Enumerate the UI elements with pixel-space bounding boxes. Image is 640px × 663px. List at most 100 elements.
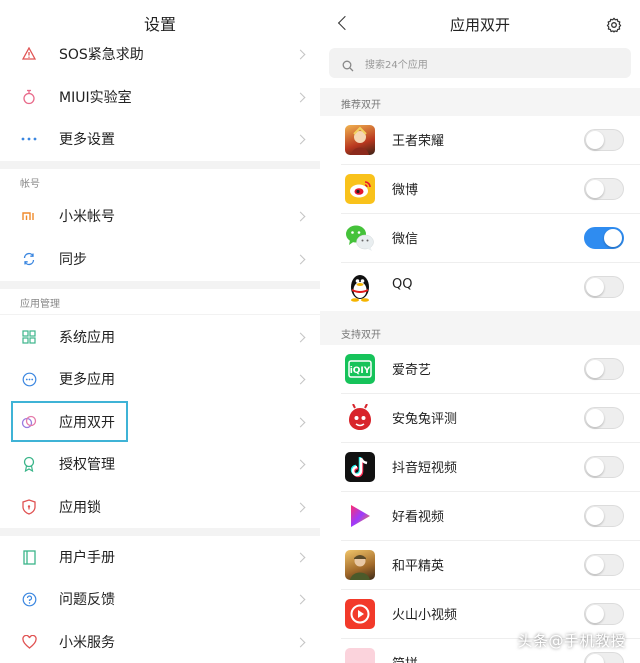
app-label: 微博 — [392, 183, 419, 198]
wechat-icon — [345, 223, 375, 253]
qq-penguin-icon — [345, 272, 375, 302]
toggle-knob — [604, 229, 622, 247]
dual-toggle-switch[interactable] — [584, 407, 624, 429]
section-header: 推荐双开 — [320, 88, 640, 116]
sync-icon — [20, 250, 38, 268]
chevron-right-icon — [295, 502, 306, 512]
settings-item-mi-account[interactable]: 小米帐号 — [0, 195, 320, 237]
app-row-wechat: 微信 — [320, 214, 640, 262]
toggle-knob — [586, 278, 604, 296]
toggle-knob — [586, 458, 604, 476]
dual-toggle-switch[interactable] — [584, 505, 624, 527]
chevron-right-icon — [295, 332, 306, 342]
search-placeholder: 搜索24个应用 — [365, 60, 428, 71]
settings-item-permissions[interactable]: 授权管理 — [0, 443, 320, 485]
watermark-text: 头条@手机教授 — [517, 632, 626, 650]
app-label: 火山小视频 — [392, 608, 458, 623]
toggle-knob — [586, 360, 604, 378]
settings-item-label: SOS紧急求助 — [59, 47, 144, 63]
app-label: 王者荣耀 — [392, 134, 445, 149]
chevron-right-icon — [295, 594, 306, 604]
chevron-right-icon — [295, 211, 306, 221]
settings-item-label: 小米帐号 — [59, 209, 115, 225]
settings-item-system-apps[interactable]: 系统应用 — [0, 316, 320, 358]
settings-item-label: 应用锁 — [59, 500, 101, 516]
app-label: 安兔兔评测 — [392, 412, 458, 427]
iqiyi-icon: iQIY — [345, 354, 375, 384]
section-separator — [0, 161, 320, 169]
peace-elite-icon — [345, 550, 375, 580]
settings-item-label: 更多应用 — [59, 372, 115, 388]
divider — [0, 314, 320, 315]
section-separator — [0, 528, 320, 536]
dual-toggle-switch[interactable] — [584, 358, 624, 380]
dual-toggle-switch[interactable] — [584, 129, 624, 151]
app-label: 微信 — [392, 232, 419, 247]
dual-toggle-switch[interactable] — [584, 554, 624, 576]
douyin-icon — [345, 452, 375, 482]
settings-item-label: MIUI实验室 — [59, 90, 132, 106]
shield-lock-icon — [20, 498, 38, 516]
settings-item-label: 问题反馈 — [59, 592, 115, 608]
dual-toggle-switch[interactable] — [584, 603, 624, 625]
app-row-antutu: 安兔兔评测 — [320, 394, 640, 442]
antutu-icon — [345, 403, 375, 433]
mi-logo-icon — [20, 207, 38, 225]
dual-toggle-switch[interactable] — [584, 652, 624, 663]
chevron-right-icon — [295, 92, 306, 102]
jianpin-icon — [345, 648, 375, 663]
settings-item-mi-services[interactable]: 小米服务 — [0, 621, 320, 663]
app-row-peace-elite: 和平精英 — [320, 541, 640, 589]
settings-item-more-apps[interactable]: 更多应用 — [0, 358, 320, 400]
settings-item-miui-lab[interactable]: MIUI实验室 — [0, 76, 320, 118]
settings-item-label: 授权管理 — [59, 457, 115, 473]
heart-icon — [20, 633, 38, 651]
app-row-qq: QQ — [320, 263, 640, 311]
settings-item-label: 用户手册 — [59, 550, 115, 566]
settings-pane: 设置 SOS紧急求助 MIUI实验室 更多设置 帐号 小米帐号 同步 应用管理 … — [0, 0, 320, 663]
chevron-right-icon — [295, 459, 306, 469]
app-label: QQ — [392, 277, 413, 292]
settings-item-sync[interactable]: 同步 — [0, 238, 320, 280]
huoshan-icon — [345, 599, 375, 629]
toggle-knob — [586, 180, 604, 198]
settings-item-sos[interactable]: SOS紧急求助 — [0, 33, 320, 75]
app-row-honor-of-kings: 王者荣耀 — [320, 116, 640, 164]
page-title: 应用双开 — [449, 16, 510, 34]
dual-toggle-switch[interactable] — [584, 456, 624, 478]
section-caption-recommended: 推荐双开 — [341, 100, 381, 111]
dual-toggle-switch[interactable] — [584, 276, 624, 298]
dual-toggle-switch[interactable] — [584, 178, 624, 200]
settings-item-app-lock[interactable]: 应用锁 — [0, 486, 320, 528]
settings-item-label: 小米服务 — [59, 635, 115, 651]
toggle-knob — [586, 507, 604, 525]
app-label: 抖音短视频 — [392, 461, 458, 476]
more-circle-icon — [20, 370, 38, 388]
haokan-icon — [345, 501, 375, 531]
app-row-haokan: 好看视频 — [320, 492, 640, 540]
settings-item-label: 同步 — [59, 252, 87, 268]
app-row-iqiyi: iQIY 爱奇艺 — [320, 345, 640, 393]
weibo-icon — [345, 174, 375, 204]
search-input[interactable]: 搜索24个应用 — [329, 48, 631, 78]
chevron-right-icon — [295, 552, 306, 562]
toggle-knob — [586, 131, 604, 149]
gear-icon[interactable] — [606, 17, 622, 33]
settings-item-more-settings[interactable]: 更多设置 — [0, 118, 320, 160]
chevron-right-icon — [295, 417, 306, 427]
section-caption-apps: 应用管理 — [20, 299, 60, 310]
settings-item-label: 更多设置 — [59, 132, 115, 148]
settings-item-user-manual[interactable]: 用户手册 — [0, 536, 320, 578]
settings-item-feedback[interactable]: 问题反馈 — [0, 578, 320, 620]
flask-icon — [20, 88, 38, 106]
section-header: 支持双开 — [320, 311, 640, 345]
toggle-knob — [586, 556, 604, 574]
svg-text:iQIY: iQIY — [350, 366, 371, 376]
section-separator — [0, 281, 320, 289]
toggle-knob — [586, 654, 604, 663]
dual-toggle-switch[interactable] — [584, 227, 624, 249]
section-caption-supported: 支持双开 — [341, 330, 381, 341]
book-icon — [20, 548, 38, 566]
search-icon — [342, 57, 354, 72]
chevron-right-icon — [295, 49, 306, 59]
